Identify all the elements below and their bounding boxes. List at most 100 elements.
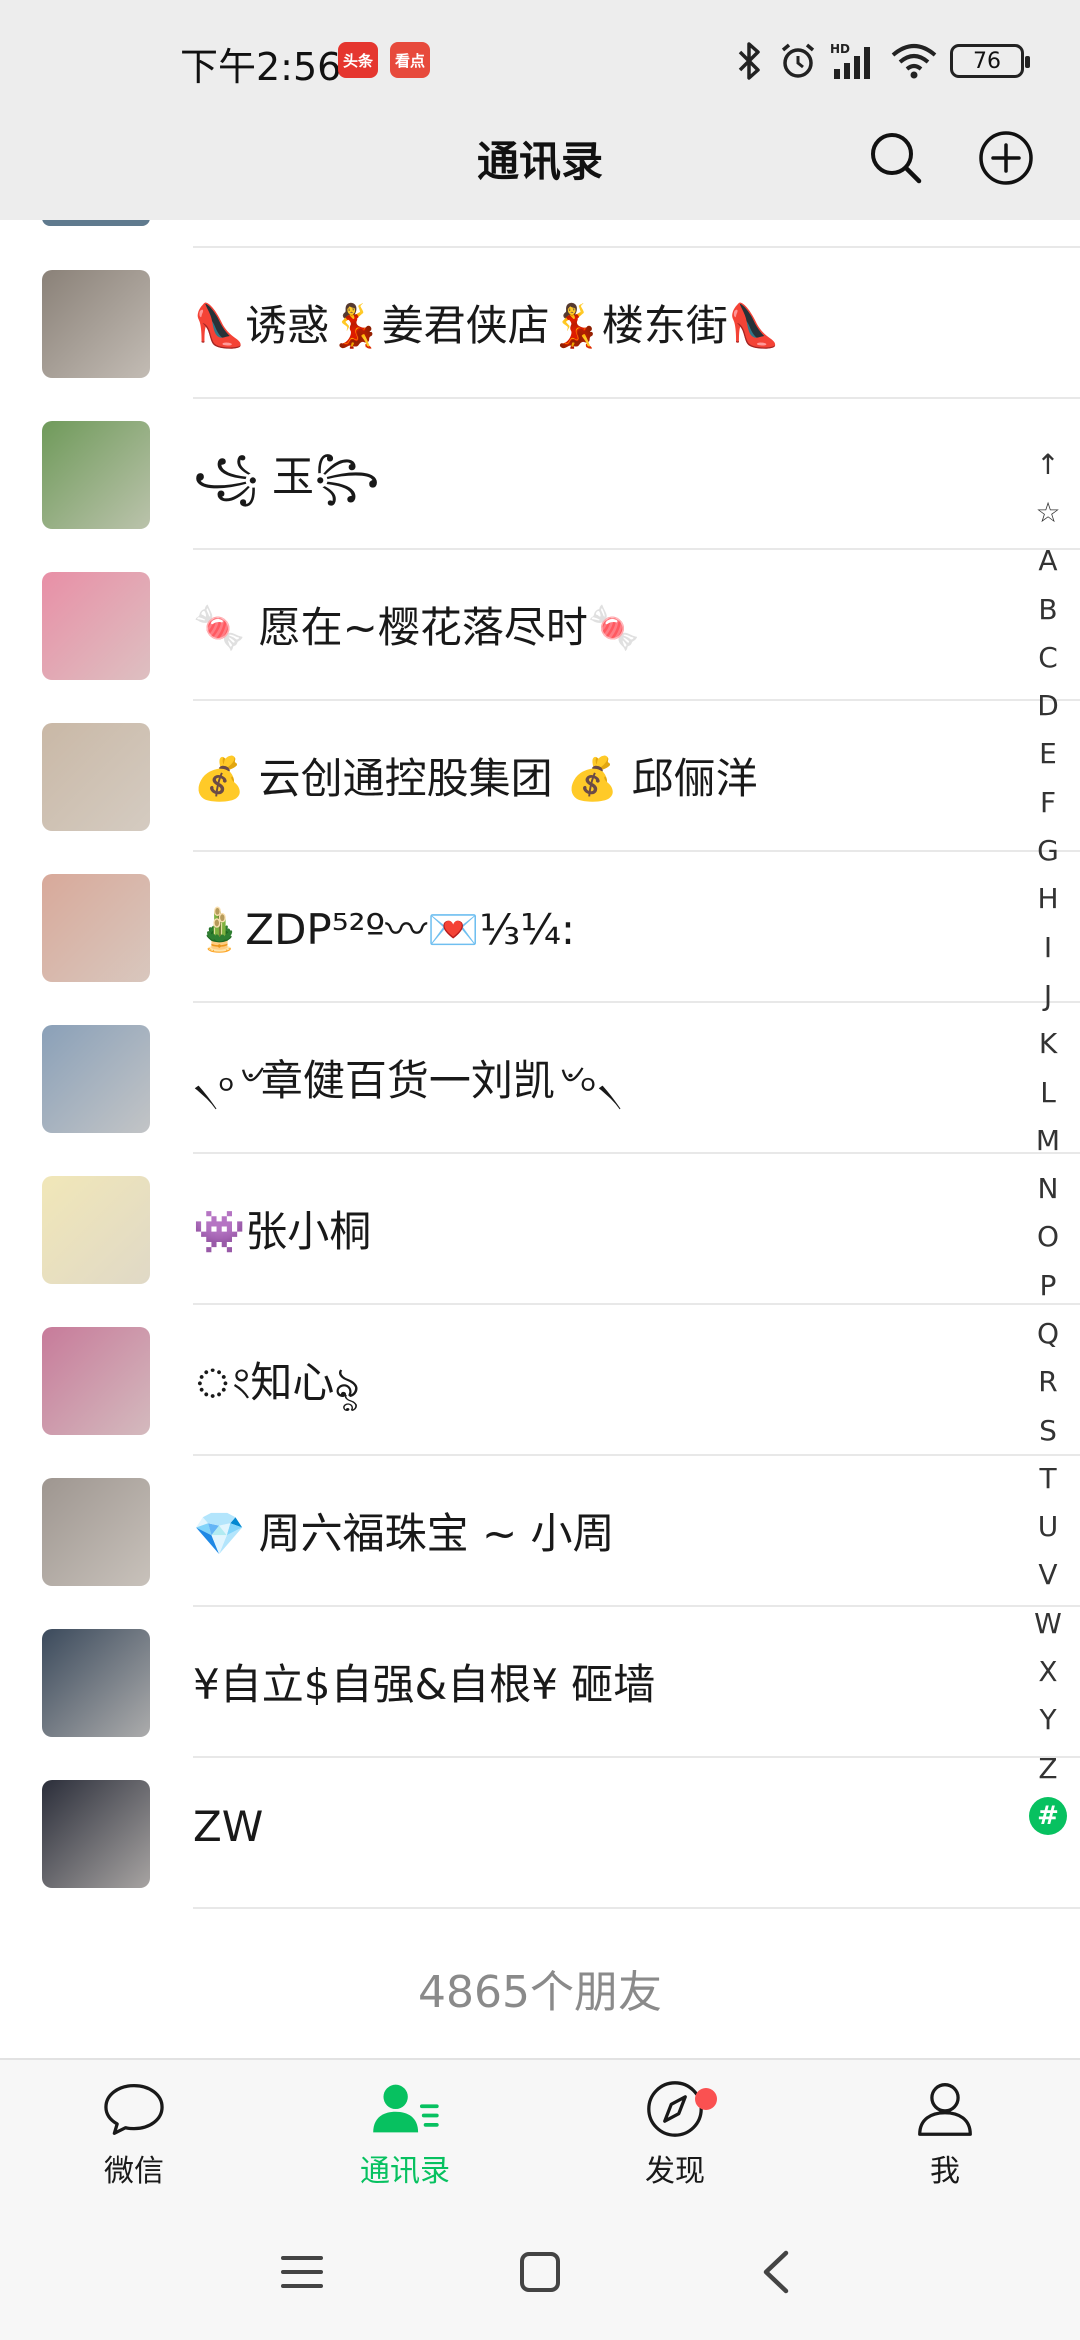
status-bar: 下午2:56 头条 看点 HD 76 [0,0,1080,120]
index-letter[interactable]: S [1028,1406,1068,1454]
contact-row[interactable]: 💎 周六福珠宝 ~ 小周 [0,1456,1080,1607]
contact-name: 🍬 愿在~樱花落尽时🍬 [193,603,641,652]
back-button[interactable] [746,2242,806,2302]
index-letter-label: Y [1039,1703,1057,1737]
avatar [42,1025,150,1133]
index-letter[interactable]: G [1028,826,1068,874]
index-letter-label: S [1039,1413,1057,1447]
index-letter[interactable]: F [1028,778,1068,826]
index-letter-label: X [1038,1655,1058,1689]
contact-name: ং知心ৡ [193,1358,360,1407]
contact-row[interactable]: 🍬 愿在~樱花落尽时🍬 [0,550,1080,701]
avatar [42,1327,150,1435]
contact-row[interactable]: 🎍ZDP⁵²º〰💌⅓¼: [0,852,1080,1003]
tab-me[interactable]: 我 [855,2080,1035,2190]
contact-row[interactable]: ꧁ 玉꧂ [0,399,1080,550]
index-letter[interactable]: C [1028,633,1068,681]
back-icon [763,2250,789,2294]
index-letter[interactable]: U [1028,1503,1068,1551]
index-letter[interactable]: L [1028,1068,1068,1116]
contact-name: ¥自立$自强&自根¥ 砸墙 [193,1660,656,1709]
index-letter-label: K [1038,1027,1058,1061]
index-letter[interactable]: D [1028,681,1068,729]
bluetooth-icon [738,42,760,80]
index-letter-label: Q [1036,1316,1060,1350]
contact-list[interactable]: 👠诱惑💃姜君侠店💃楼东街👠 ꧁ 玉꧂ 🍬 愿在~樱花落尽时🍬 💰 云创通控股集团 💰 … [0,220,1080,2058]
contact-row[interactable]: 💰 云创通控股集团 💰 邱俪洋 [0,701,1080,852]
alphabet-index[interactable]: ↑ ☆ A B C D E F G H I J K L M N O P Q R S T U V W X Y Z # [1028,440,1068,1841]
contact-row[interactable]: ZW [0,1758,1080,1909]
index-letter[interactable]: R [1028,1358,1068,1406]
avatar [42,1629,150,1737]
menu-button[interactable] [272,2242,332,2302]
friend-count: 4865个朋友 [418,1967,662,2018]
index-letter-label: H [1037,882,1059,916]
tab-contacts[interactable]: 通讯录 [315,2080,495,2190]
index-letter[interactable]: T [1028,1454,1068,1502]
top-header: 通讯录 [0,120,1080,220]
index-letter[interactable]: N [1028,1164,1068,1212]
index-letter-label: A [1038,544,1058,578]
contact-name: 👾张小桐 [193,1207,372,1256]
index-letter[interactable]: Y [1028,1696,1068,1744]
tab-label: 通讯录 [360,2154,450,2189]
index-letter[interactable]: V [1028,1551,1068,1599]
toutiao-app-icon: 头条 [338,42,378,78]
index-letter[interactable]: K [1028,1020,1068,1068]
status-icons: HD 76 [732,38,1030,84]
index-letter-label: ↑ [1036,447,1060,481]
index-letter-label: V [1038,1558,1058,1592]
index-letter-label: P [1039,1268,1057,1302]
contact-row[interactable]: ং知心ৡ [0,1305,1080,1456]
contact-name: 💎 周六福珠宝 ~ 小周 [193,1509,615,1558]
contact-name: 💰 云创通控股集团 💰 邱俪洋 [193,754,758,803]
avatar [42,723,150,831]
wifi-icon [891,44,937,79]
contact-name: 🎍ZDP⁵²º〰💌⅓¼: [193,905,576,954]
contact-name: ZW [193,1802,264,1851]
index-letter-label: U [1037,1510,1059,1544]
notification-dot [695,2088,717,2110]
index-letter-label: E [1039,737,1057,771]
search-button[interactable] [862,124,930,192]
alarm-icon [781,43,815,78]
index-letter[interactable]: I [1028,923,1068,971]
index-letter[interactable]: X [1028,1647,1068,1695]
avatar [42,572,150,680]
contact-row[interactable]: ¥自立$自强&自根¥ 砸墙 [0,1607,1080,1758]
tab-discover[interactable]: 发现 [585,2080,765,2190]
tab-label: 微信 [104,2154,164,2189]
tab-chats[interactable]: 微信 [44,2080,224,2190]
contact-name: ꧁ 玉꧂ [193,452,380,501]
index-letter[interactable]: J [1028,971,1068,1019]
index-letter[interactable]: # [1028,1792,1068,1840]
contact-row[interactable]: 👠诱惑💃姜君侠店💃楼东街👠 [0,248,1080,399]
index-letter-label: F [1039,785,1057,819]
system-nav-bar [0,2206,1080,2340]
index-letter[interactable]: B [1028,585,1068,633]
index-letter-label: W [1034,1606,1062,1640]
index-letter[interactable]: W [1028,1599,1068,1647]
contact-row[interactable]: 👾张小桐 [0,1154,1080,1305]
index-letter-label: ☆ [1035,495,1061,529]
person-icon [918,2083,972,2136]
index-letter[interactable]: O [1028,1213,1068,1261]
index-letter[interactable]: E [1028,730,1068,778]
menu-icon [281,2256,323,2288]
divider [193,1907,1080,1909]
index-letter-label: M [1035,1123,1061,1157]
add-button[interactable] [972,124,1040,192]
contact-row[interactable]: ৲৹৺章健百货一刘凯৺৹৲ [0,1003,1080,1154]
chat-icon [104,2083,164,2135]
home-button[interactable] [510,2242,570,2302]
kandian-app-icon: 看点 [390,42,430,78]
index-letter[interactable]: A [1028,537,1068,585]
index-letter[interactable]: M [1028,1116,1068,1164]
index-letter[interactable]: H [1028,875,1068,923]
index-letter[interactable]: P [1028,1261,1068,1309]
index-letter[interactable]: Z [1028,1744,1068,1792]
index-letter-label: G [1037,834,1059,868]
index-letter[interactable]: Q [1028,1309,1068,1357]
index-letter[interactable]: ↑ [1028,440,1068,488]
index-letter[interactable]: ☆ [1028,488,1068,536]
